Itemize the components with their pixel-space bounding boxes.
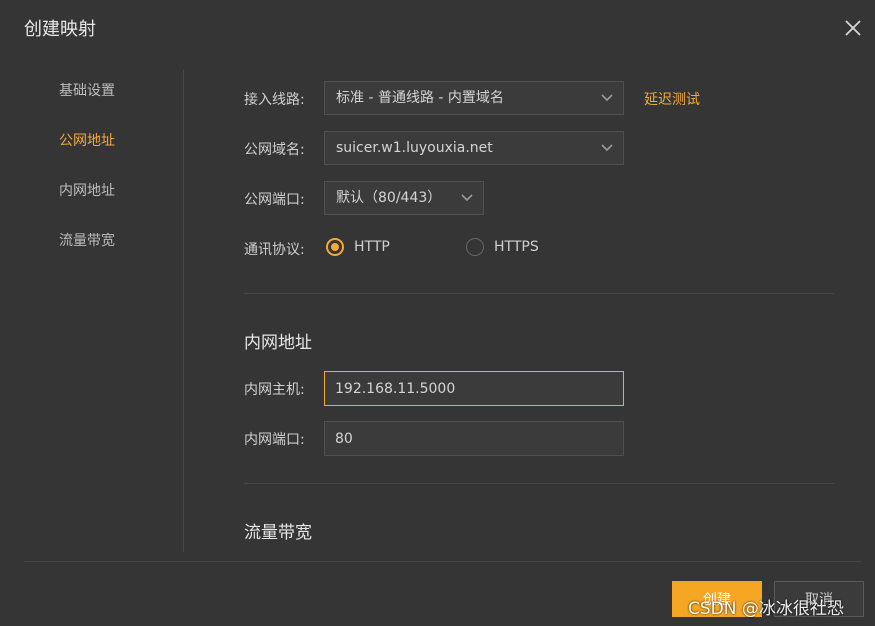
latency-test-link[interactable]: 延迟测试 [644,89,700,109]
internal-port-input[interactable] [324,421,624,456]
cancel-button[interactable]: 取消 [774,581,864,617]
radio-checked-icon [326,238,344,256]
protocol-radio-label: HTTPS [494,239,539,255]
line-label: 接入线路: [244,92,305,108]
public-port-select[interactable]: 默认（80/443） [324,181,484,215]
line-select-value: 标准 - 普通线路 - 内置域名 [336,90,504,106]
form-content: 接入线路: 标准 - 普通线路 - 内置域名 延迟测试 公网域名: suicer… [0,0,875,626]
chevron-down-icon [601,143,613,153]
chevron-down-icon [601,93,613,103]
internal-port-label: 内网端口: [244,432,305,448]
create-button[interactable]: 创建 [672,581,762,617]
protocol-radio-https[interactable]: HTTPS [466,238,539,256]
protocol-label: 通讯协议: [244,242,305,258]
footer-divider [24,561,861,562]
bandwidth-section-title: 流量带宽 [244,523,312,543]
section-divider [244,483,834,484]
domain-select[interactable]: suicer.w1.luyouxia.net [324,131,624,165]
internal-host-input[interactable] [324,371,624,406]
radio-unchecked-icon [466,238,484,256]
domain-label: 公网域名: [244,142,305,158]
line-select[interactable]: 标准 - 普通线路 - 内置域名 [324,81,624,115]
internal-section-title: 内网地址 [244,333,312,353]
section-divider [244,293,834,294]
internal-host-label: 内网主机: [244,382,305,398]
chevron-down-icon [461,193,473,203]
domain-select-value: suicer.w1.luyouxia.net [336,140,493,156]
protocol-radio-http[interactable]: HTTP [326,238,390,256]
public-port-label: 公网端口: [244,192,305,208]
protocol-radio-label: HTTP [354,239,390,255]
public-port-select-value: 默认（80/443） [336,190,442,206]
